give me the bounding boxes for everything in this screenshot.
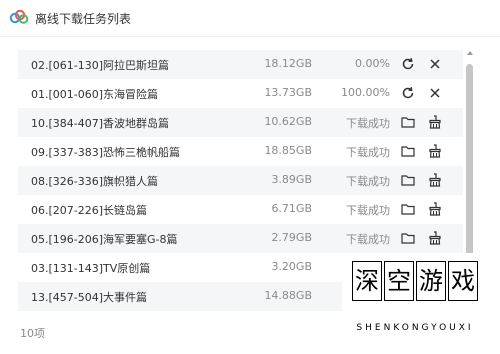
close-icon[interactable] [427,85,443,101]
task-status: 下载成功 [346,146,390,159]
watermark-char: 戏 [448,261,478,301]
task-size: 13.73GB [264,86,312,99]
task-name: 02.[061-130]阿拉巴斯坦篇 [31,59,170,72]
clean-icon[interactable] [427,230,443,246]
task-size: 2.79GB [271,231,312,244]
refresh-icon[interactable] [400,56,416,72]
task-name: 09.[337-383]恐怖三桅帆船篇 [31,146,181,159]
watermark-characters: 深 空 游 戏 [352,261,478,311]
task-name: 10.[384-407]香波地群岛篇 [31,117,170,130]
watermark-subtitle: SHENKONGYOUXI [356,323,474,333]
refresh-icon[interactable] [400,85,416,101]
scroll-thumb[interactable] [466,64,473,276]
title-bar: 离线下载任务列表 [0,0,500,37]
task-name: 05.[196-206]海军要塞G-8篇 [31,233,178,246]
task-status: 100.00% [341,86,390,99]
task-status: 下载成功 [346,117,390,130]
watermark-char: 游 [416,261,446,301]
task-row[interactable]: 08.[326-336]旗帜猎人篇 3.89GB 下载成功 [18,166,463,195]
task-name: 06.[207-226]长链岛篇 [31,204,148,217]
folder-icon[interactable] [400,172,416,188]
clean-icon[interactable] [427,143,443,159]
task-size: 10.62GB [264,115,312,128]
task-row[interactable]: 01.[001-060]东海冒险篇 13.73GB 100.00% [18,79,463,108]
task-status: 下载成功 [346,175,390,188]
task-status: 下载成功 [346,204,390,217]
task-size: 3.20GB [271,260,312,273]
task-row[interactable]: 09.[337-383]恐怖三桅帆船篇 18.85GB 下载成功 [18,137,463,166]
task-size: 3.89GB [271,173,312,186]
close-icon[interactable] [427,56,443,72]
cloud-logo-icon [9,10,29,24]
window-title: 离线下载任务列表 [35,12,132,26]
task-name: 01.[001-060]东海冒险篇 [31,88,159,101]
task-row[interactable]: 10.[384-407]香波地群岛篇 10.62GB 下载成功 [18,108,463,137]
folder-icon[interactable] [400,230,416,246]
task-row[interactable]: 06.[207-226]长链岛篇 6.71GB 下载成功 [18,195,463,224]
task-status: 0.00% [355,57,390,70]
folder-icon[interactable] [400,201,416,217]
task-name: 03.[131-143]TV原创篇 [31,262,151,275]
task-row[interactable]: 02.[061-130]阿拉巴斯坦篇 18.12GB 0.00% [18,50,463,79]
task-name: 13.[457-504]大事件篇 [31,291,148,304]
folder-icon[interactable] [400,143,416,159]
task-size: 18.85GB [264,144,312,157]
task-status: 下载成功 [346,233,390,246]
item-count: 10项 [20,327,45,340]
clean-icon[interactable] [427,114,443,130]
task-name: 08.[326-336]旗帜猎人篇 [31,175,159,188]
watermark-logo: 深 空 游 戏 SHENKONGYOUXI [342,253,488,346]
task-size: 6.71GB [271,202,312,215]
task-size: 18.12GB [264,57,312,70]
watermark-char: 深 [352,261,382,301]
folder-icon[interactable] [400,114,416,130]
clean-icon[interactable] [427,172,443,188]
watermark-char: 空 [384,261,414,301]
task-row[interactable]: 05.[196-206]海军要塞G-8篇 2.79GB 下载成功 [18,224,463,253]
download-task-window: 离线下载任务列表 02.[061-130]阿拉巴斯坦篇 18.12GB 0.00% 0… [0,0,500,354]
task-size: 14.88GB [264,289,312,302]
scroll-up-arrow[interactable] [467,51,473,55]
clean-icon[interactable] [427,201,443,217]
